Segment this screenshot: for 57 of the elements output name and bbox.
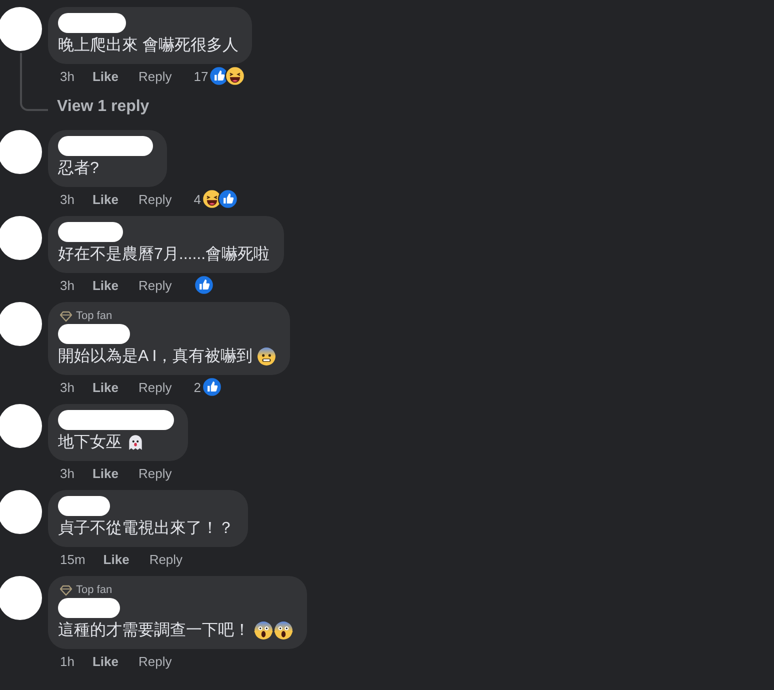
comment-time: 1h	[60, 654, 74, 668]
reply-link[interactable]: Reply	[138, 466, 172, 480]
comment-time: 3h	[60, 380, 74, 394]
reaction-count[interactable]: 4	[194, 192, 201, 206]
avatar	[0, 7, 42, 51]
laughing-face-icon	[225, 66, 246, 86]
like-link[interactable]: Like	[92, 278, 118, 292]
like-link[interactable]: Like	[103, 552, 130, 566]
avatar	[0, 576, 42, 620]
like-link[interactable]: Like	[92, 466, 118, 480]
screaming-face-icon	[274, 621, 293, 640]
comment-text: 晚上爬出來 會嚇死很多人	[58, 37, 238, 54]
name-redaction	[58, 13, 126, 33]
like-link[interactable]: Like	[92, 654, 118, 668]
reply-link[interactable]: Reply	[138, 68, 172, 84]
reply-link[interactable]: Reply	[138, 380, 172, 394]
reaction-count[interactable]: 2	[194, 380, 201, 394]
comment-text: 好在不是農曆7月......會嚇死啦	[58, 246, 270, 263]
fearful-face-icon	[256, 347, 276, 366]
reaction-count[interactable]: 17	[194, 68, 208, 84]
diamond-icon	[60, 310, 72, 322]
comment-time: 3h	[60, 192, 74, 206]
name-redaction	[58, 324, 130, 344]
comment-time: 3h	[60, 466, 74, 480]
avatar	[0, 490, 42, 534]
comment-text: 這種的才需要調查一下吧！	[58, 622, 250, 639]
comment-time: 3h	[60, 68, 74, 84]
top-fan-label: Top fan	[76, 584, 112, 596]
reply-link[interactable]: Reply	[138, 278, 172, 292]
avatar	[0, 302, 42, 346]
reply-link[interactable]: Reply	[149, 552, 183, 566]
comment-time: 3h	[60, 278, 74, 292]
top-fan-label: Top fan	[76, 310, 112, 322]
view-replies-link[interactable]: View 1 reply	[57, 97, 150, 117]
like-link[interactable]: Like	[92, 68, 118, 84]
thread-line	[20, 53, 48, 111]
comment-text: 貞子不從電視出來了！？	[58, 520, 234, 537]
comment-time: 15m	[60, 552, 86, 566]
reply-link[interactable]: Reply	[138, 654, 172, 668]
name-redaction	[58, 598, 120, 618]
screaming-face-icon	[254, 621, 273, 640]
ghost-icon	[126, 433, 145, 452]
name-redaction	[58, 496, 110, 516]
like-link[interactable]: Like	[92, 192, 118, 206]
comment-text: 地下女巫	[58, 434, 122, 451]
like-reaction-icon	[218, 189, 238, 209]
avatar	[0, 130, 42, 174]
avatar	[0, 404, 42, 448]
like-reaction-icon	[194, 275, 214, 295]
name-redaction	[58, 222, 123, 242]
reply-link[interactable]: Reply	[138, 192, 172, 206]
avatar	[0, 216, 42, 260]
comment-text: 忍者?	[58, 160, 99, 177]
like-reaction-icon	[202, 377, 222, 397]
comment-text: 開始以為是A I，真有被嚇到	[58, 348, 253, 365]
diamond-icon	[60, 584, 72, 596]
like-link[interactable]: Like	[92, 380, 118, 394]
